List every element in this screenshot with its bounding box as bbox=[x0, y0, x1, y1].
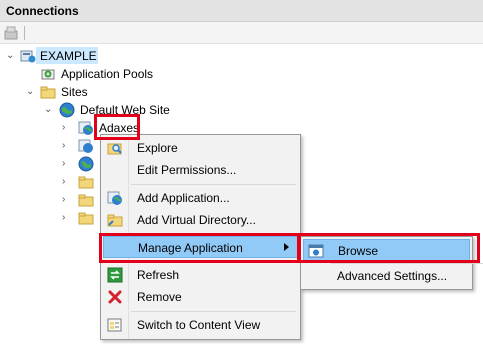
tree-node-hidden-app-2[interactable]: › bbox=[0, 155, 100, 173]
menu-item-refresh[interactable]: Refresh bbox=[103, 264, 298, 286]
expand-arrow-icon[interactable]: › bbox=[62, 141, 72, 151]
explore-icon bbox=[107, 143, 122, 155]
folder-icon bbox=[78, 194, 94, 207]
folder-icon bbox=[78, 176, 94, 189]
refresh-icon bbox=[107, 267, 123, 283]
collapse-arrow-icon[interactable]: ⌄ bbox=[44, 105, 54, 115]
panel-title: Connections bbox=[6, 4, 79, 18]
collapse-arrow-icon[interactable]: ⌄ bbox=[6, 51, 16, 61]
menu-label-edit-permissions: Edit Permissions... bbox=[137, 163, 237, 177]
connections-panel-header: Connections bbox=[0, 0, 483, 22]
collapse-arrow-icon[interactable]: ⌄ bbox=[26, 87, 36, 97]
expand-arrow-icon[interactable]: › bbox=[62, 177, 72, 187]
tree-node-application-pools[interactable]: Application Pools bbox=[0, 65, 170, 83]
menu-item-explore[interactable]: Explore bbox=[103, 137, 298, 159]
menu-label-refresh: Refresh bbox=[137, 268, 180, 282]
virtual-directory-icon bbox=[107, 214, 123, 227]
tree-node-sites[interactable]: ⌄ Sites bbox=[0, 83, 90, 101]
web-application-icon bbox=[78, 139, 93, 153]
menu-separator bbox=[331, 263, 483, 264]
connections-toolbar bbox=[0, 22, 483, 44]
annotation-box-manage-application bbox=[99, 233, 301, 263]
tree-label-root: EXAMPLE bbox=[40, 49, 97, 63]
content-view-icon bbox=[107, 318, 122, 332]
menu-label-switch-content-view: Switch to Content View bbox=[137, 318, 261, 332]
menu-label-remove: Remove bbox=[137, 290, 182, 304]
menu-label-add-application: Add Application... bbox=[137, 191, 230, 205]
tree-node-hidden-folder-2[interactable]: › bbox=[0, 191, 100, 209]
connect-icon[interactable] bbox=[3, 25, 19, 41]
tree-node-hidden-folder-3[interactable]: › bbox=[0, 209, 100, 227]
tree-node-hidden-app-1[interactable]: › bbox=[0, 137, 100, 155]
globe-icon bbox=[59, 102, 75, 118]
tree-label-sites: Sites bbox=[61, 85, 88, 99]
menu-item-add-application[interactable]: Add Application... bbox=[103, 187, 298, 209]
folder-icon bbox=[78, 212, 94, 225]
menu-label-add-virtual-directory: Add Virtual Directory... bbox=[137, 213, 256, 227]
menu-label-explore: Explore bbox=[137, 141, 178, 155]
menu-separator bbox=[131, 311, 296, 312]
menu-item-switch-content-view[interactable]: Switch to Content View bbox=[103, 314, 298, 336]
tree-node-hidden-folder-1[interactable]: › bbox=[0, 173, 100, 191]
server-icon bbox=[20, 50, 36, 63]
add-application-icon bbox=[107, 191, 122, 205]
submenu-label-advanced-settings: Advanced Settings... bbox=[337, 269, 448, 283]
menu-item-edit-permissions[interactable]: Edit Permissions... bbox=[103, 159, 298, 181]
annotation-box-browse bbox=[297, 233, 480, 263]
menu-item-add-virtual-directory[interactable]: Add Virtual Directory... bbox=[103, 209, 298, 231]
remove-icon bbox=[108, 290, 122, 304]
sites-folder-icon bbox=[40, 86, 56, 99]
expand-arrow-icon[interactable]: › bbox=[62, 213, 72, 223]
tree-node-root[interactable]: ⌄ EXAMPLE bbox=[0, 47, 120, 65]
expand-arrow-icon[interactable]: › bbox=[62, 159, 72, 169]
application-pools-icon bbox=[41, 69, 55, 80]
toolbar-separator bbox=[24, 26, 25, 40]
menu-item-remove[interactable]: Remove bbox=[103, 286, 298, 308]
expand-arrow-icon[interactable]: › bbox=[62, 123, 72, 133]
web-application-icon bbox=[78, 121, 93, 135]
globe-icon bbox=[78, 156, 94, 172]
expand-arrow-icon[interactable]: › bbox=[62, 195, 72, 205]
menu-separator bbox=[131, 184, 296, 185]
submenu-item-advanced-settings[interactable]: Advanced Settings... bbox=[303, 265, 470, 287]
tree-label-application-pools: Application Pools bbox=[61, 67, 154, 81]
annotation-box-adaxes bbox=[94, 114, 140, 140]
